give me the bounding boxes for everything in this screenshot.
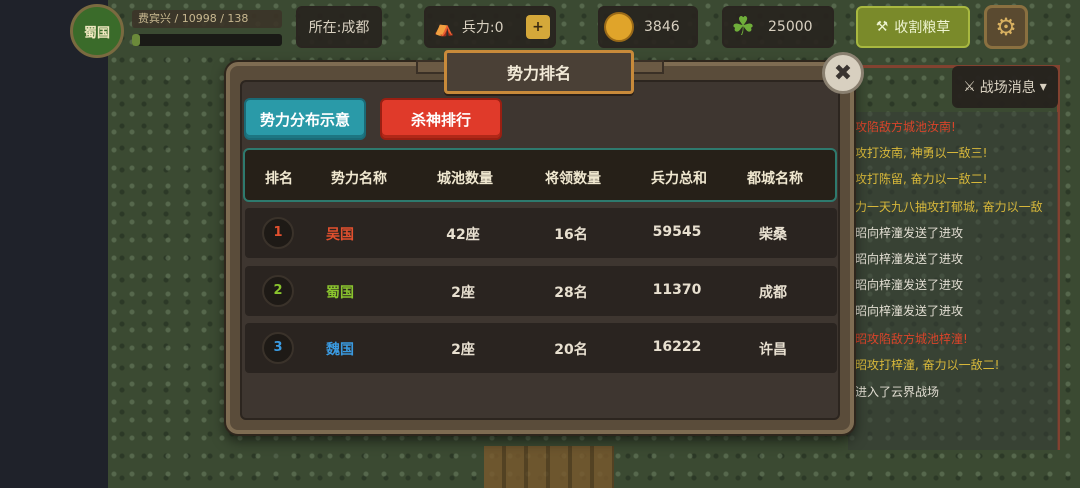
tab-faction-distribution[interactable]: 势力分布示意 [244,98,366,140]
city-count: 2座 [451,285,475,301]
header-general-count: 将领数量 [545,171,601,187]
capital-name: 成都 [759,285,787,301]
food-value: 25000 [768,19,813,35]
news-line: 昭向梓潼发送了进攻 [855,226,964,240]
troops-label: 兵力:0 [461,20,504,36]
rank-badge: 1 [262,217,294,249]
left-edge-strip [0,0,108,488]
dialog-title: 势力排名 [444,50,634,94]
table-row[interactable]: 2 蜀国 2座 28名 11370 成都 [245,266,837,316]
rank-badge: 2 [262,275,294,307]
clover-icon: ☘ [731,12,755,42]
city-count: 42座 [446,227,480,243]
news-line: 攻陷敌方城池汝南! [855,120,956,134]
general-count: 20名 [554,342,588,358]
faction-name: 蜀国 [326,285,354,301]
news-line: 昭向梓潼发送了进攻 [855,304,964,318]
harvest-food-button[interactable]: ⚒ 收割粮草 [856,6,970,48]
troop-total: 59545 [652,224,702,240]
battle-news-toggle[interactable]: ⚔ 战场消息 ▾ [952,66,1058,108]
news-line: 昭向梓潼发送了进攻 [855,278,964,292]
faction-name: 吴国 [326,227,354,243]
news-line: 昭攻打梓潼, 奋力以一敌二! [855,358,1000,372]
coin-icon [604,12,634,42]
player-name-exp: 费宾兴 / 10998 / 138 [132,10,282,28]
general-count: 28名 [554,285,588,301]
exp-bar [132,34,282,46]
chevron-down-icon: ▾ [1039,79,1047,95]
coins-value: 3846 [644,19,680,35]
ranking-table-header: 排名 势力名称 城池数量 将领数量 兵力总和 都城名称 [243,148,837,202]
battle-news-label: 战场消息 [979,80,1036,96]
food-display: ☘ 25000 [722,6,834,48]
game-screen: 蜀国 费宾兴 / 10998 / 138 所在:成都 ⛺ 兵力:0 + 3846… [0,0,1080,488]
table-row[interactable]: 3 魏国 2座 20名 16222 许昌 [245,323,837,373]
coins-display: 3846 [598,6,698,48]
faction-name: 魏国 [326,342,354,358]
troop-total: 11370 [652,282,702,298]
news-line: 力一天九八抽攻打郁城, 奋力以一敌 [855,200,1043,214]
troop-total: 16222 [652,339,702,355]
exp-bar-fill [132,34,140,46]
header-troop-total: 兵力总和 [651,171,707,187]
tab-kill-ranking[interactable]: 杀神排行 [380,98,502,140]
news-line: 昭攻陷敌方城池梓潼! [855,332,968,346]
header-capital: 都城名称 [747,171,803,187]
location-display[interactable]: 所在:成都 [296,6,382,48]
news-line: 攻打陈留, 奋力以一敌二! [855,172,988,186]
gear-icon: ⚙ [995,13,1017,41]
news-line: 昭向梓潼发送了进攻 [855,252,964,266]
add-troops-button[interactable]: + [526,15,550,39]
news-line: 攻打汝南, 神勇以一敌三! [855,146,988,160]
close-button[interactable]: ✖ [822,52,864,94]
capital-name: 柴桑 [759,227,787,243]
settings-button[interactable]: ⚙ [984,5,1028,49]
troops-display: ⛺ 兵力:0 + [424,6,556,48]
general-count: 16名 [554,227,588,243]
rank-badge: 3 [262,332,294,364]
header-faction-name: 势力名称 [331,171,387,187]
crossed-swords-icon: ⚔ [963,79,976,95]
table-row[interactable]: 1 吴国 42座 16名 59545 柴桑 [245,208,837,258]
city-count: 2座 [451,342,475,358]
sickle-icon: ⚒ [875,19,889,35]
faction-avatar[interactable]: 蜀国 [70,4,124,58]
troops-icon: ⛺ [434,17,454,37]
close-icon: ✖ [833,60,853,86]
news-line: 进入了云界战场 [855,385,940,399]
header-city-count: 城池数量 [437,171,493,187]
harvest-label: 收割粮草 [894,20,951,36]
farm-field [484,446,614,488]
capital-name: 许昌 [759,342,787,358]
player-info[interactable]: 蜀国 费宾兴 / 10998 / 138 [70,4,282,58]
